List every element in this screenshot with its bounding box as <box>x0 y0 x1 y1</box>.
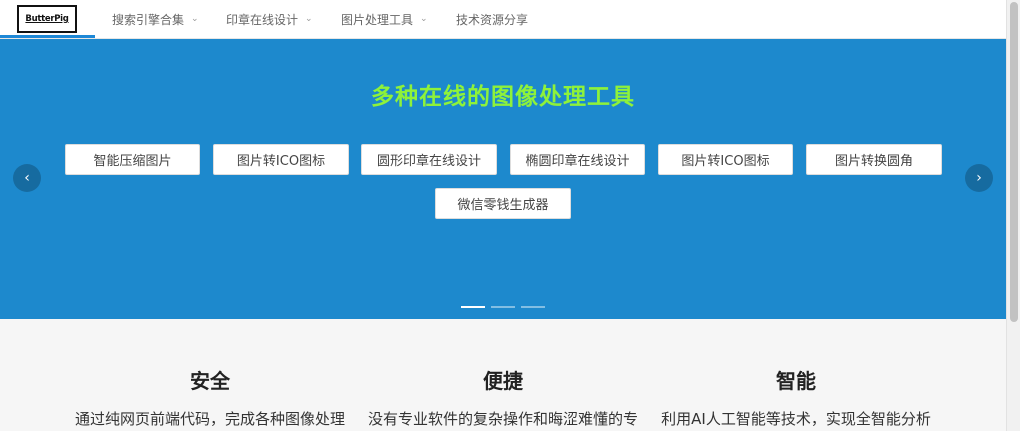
chevron-down-icon: ⌄ <box>420 13 428 24</box>
chevron-down-icon: ⌄ <box>305 13 313 24</box>
scrollbar-thumb[interactable] <box>1010 2 1018 322</box>
chevron-down-icon: ⌄ <box>191 13 199 24</box>
tool-button-round-seal[interactable]: 圆形印章在线设计 <box>361 144 497 175</box>
hero-carousel: 多种在线的图像处理工具 智能压缩图片 图片转ICO图标 圆形印章在线设计 椭圆印… <box>0 39 1006 319</box>
nav-item-image-tools[interactable]: 图片处理工具 ⌄ <box>341 11 428 28</box>
tool-button-image-to-ico[interactable]: 图片转ICO图标 <box>213 144 349 175</box>
top-navbar: ButterPig 搜索引擎合集 ⌄ 印章在线设计 ⌄ 图片处理工具 ⌄ 技术资… <box>0 0 1006 39</box>
carousel-indicator-3[interactable] <box>521 306 545 308</box>
page: ButterPig 搜索引擎合集 ⌄ 印章在线设计 ⌄ 图片处理工具 ⌄ 技术资… <box>0 0 1006 431</box>
nav-item-label: 图片处理工具 <box>341 13 414 27</box>
feature-text: 没有专业软件的复杂操作和晦涩难懂的专 <box>367 410 638 428</box>
tool-button-oval-seal[interactable]: 椭圆印章在线设计 <box>510 144 645 175</box>
nav-item-label: 印章在线设计 <box>226 13 299 27</box>
feature-title: 便捷 <box>483 369 523 393</box>
logo-text: ButterPig <box>25 14 69 24</box>
nav-item-tech-resources[interactable]: 技术资源分享 <box>456 11 528 28</box>
feature-text: 通过纯网页前端代码，完成各种图像处理 <box>74 410 345 428</box>
tool-button-image-to-ico-2[interactable]: 图片转ICO图标 <box>658 144 793 175</box>
active-nav-indicator <box>0 35 95 38</box>
chevron-left-icon: ‹ <box>24 170 30 186</box>
tool-button-wechat-balance[interactable]: 微信零钱生成器 <box>435 188 571 219</box>
carousel-indicator-2[interactable] <box>491 306 515 308</box>
chevron-right-icon: › <box>976 170 982 186</box>
feature-text: 利用AI人工智能等技术，实现全智能分析 <box>661 410 931 428</box>
tool-button-compress-image[interactable]: 智能压缩图片 <box>65 144 200 175</box>
carousel-prev-button[interactable]: ‹ <box>13 164 41 192</box>
nav-item-seal-design[interactable]: 印章在线设计 ⌄ <box>226 11 313 28</box>
logo[interactable]: ButterPig <box>17 5 77 33</box>
nav-item-search-engines[interactable]: 搜索引擎合集 ⌄ <box>112 11 199 28</box>
hero-title: 多种在线的图像处理工具 <box>371 84 635 110</box>
feature-title: 智能 <box>776 369 816 393</box>
features-section: 安全 通过纯网页前端代码，完成各种图像处理 便捷 没有专业软件的复杂操作和晦涩难… <box>0 319 1006 431</box>
nav-item-label: 技术资源分享 <box>456 13 529 27</box>
feature-title: 安全 <box>190 369 230 393</box>
page-scrollbar[interactable] <box>1006 0 1020 431</box>
carousel-next-button[interactable]: › <box>965 164 993 192</box>
carousel-indicator-1[interactable] <box>461 306 485 308</box>
tool-button-rounded-corners[interactable]: 图片转换圆角 <box>806 144 942 175</box>
nav-item-label: 搜索引擎合集 <box>112 13 185 27</box>
